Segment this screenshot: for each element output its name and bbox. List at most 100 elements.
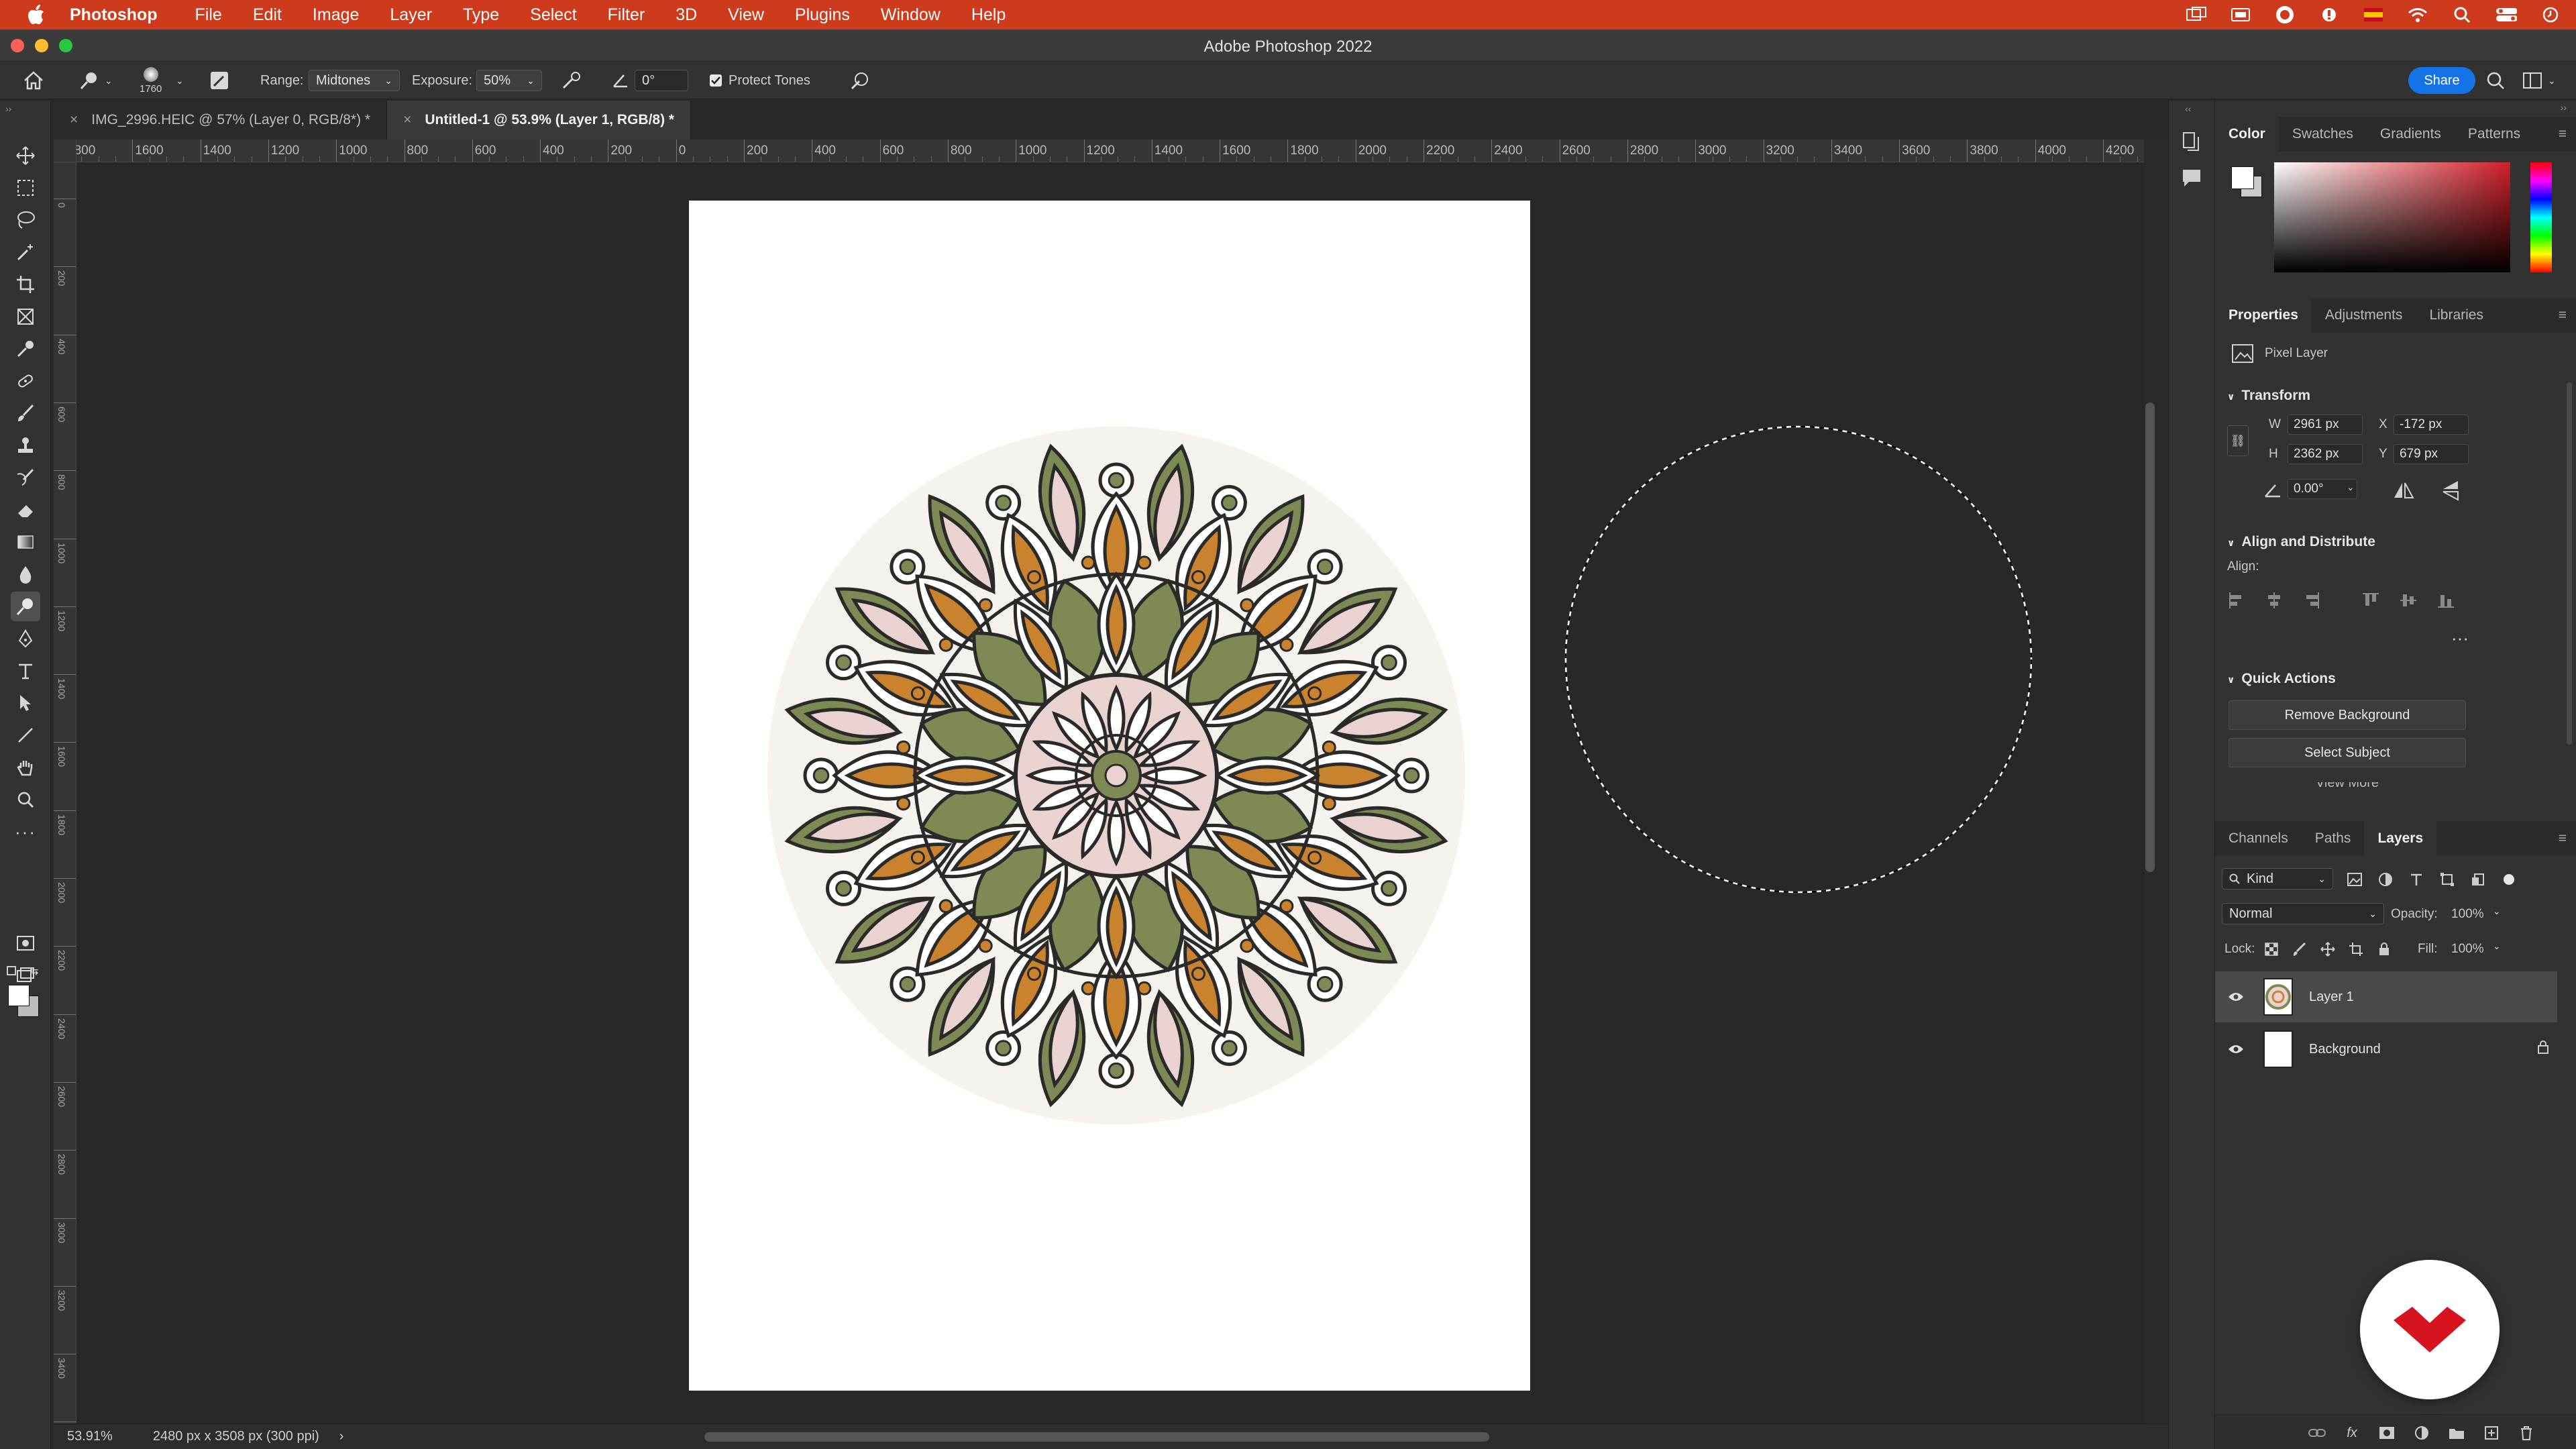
layer-thumbnail[interactable] [2263, 1030, 2293, 1068]
collapse-icon[interactable]: ›› [5, 103, 11, 114]
horizontal-ruler[interactable]: 1800 1600 1400 1200 1000 800 600 400 200 0 200 400 6… [54, 140, 2144, 162]
menu-3d[interactable]: 3D [676, 5, 697, 25]
tab-adjustments[interactable]: Adjustments [2312, 298, 2416, 333]
layer-row-background[interactable]: Background [2215, 1024, 2557, 1075]
magic-wand-tool[interactable] [11, 237, 40, 267]
menu-filter[interactable]: Filter [608, 5, 645, 25]
width-field[interactable]: 2961 px [2288, 415, 2363, 435]
marquee-tool[interactable] [11, 173, 40, 203]
delete-layer-icon[interactable] [2517, 1423, 2536, 1443]
layer-row-layer-1[interactable]: Layer 1 [2215, 971, 2557, 1022]
align-horizontal-centers-icon[interactable] [2265, 590, 2284, 610]
select-subject-button[interactable]: Select Subject [2229, 738, 2466, 767]
filter-type-icon[interactable] [2407, 869, 2426, 890]
zoom-tool[interactable] [11, 785, 40, 814]
visibility-eye-icon[interactable] [2227, 1044, 2245, 1055]
pen-tool[interactable] [11, 624, 40, 653]
tab-paths[interactable]: Paths [2302, 821, 2365, 856]
tool-preset-picker[interactable]: ⌄ [79, 62, 113, 99]
color-panel-fg-swatch[interactable] [2231, 166, 2254, 189]
airbrush-toggle[interactable] [561, 62, 582, 99]
history-brush-tool[interactable] [11, 463, 40, 492]
align-left-edges-icon[interactable] [2227, 590, 2246, 610]
lock-transparent-pixels-icon[interactable] [2262, 939, 2281, 959]
search-button[interactable] [2486, 62, 2505, 99]
menu-help[interactable]: Help [971, 5, 1006, 25]
tab-libraries[interactable]: Libraries [2416, 298, 2497, 333]
circle-selection-marquee[interactable] [1563, 424, 2034, 895]
brush-picker-chevron[interactable]: ⌄ [176, 62, 184, 99]
tab-img-2996[interactable]: × IMG_2996.HEIC @ 57% (Layer 0, RGB/8*) … [54, 101, 388, 140]
adjustment-layer-icon[interactable] [2412, 1423, 2431, 1443]
align-top-edges-icon[interactable] [2361, 590, 2380, 610]
home-button[interactable] [23, 62, 44, 99]
menu-plugins[interactable]: Plugins [795, 5, 850, 25]
zoom-level[interactable]: 53.91% [67, 1429, 113, 1444]
tab-gradients[interactable]: Gradients [2367, 117, 2455, 152]
eyedropper-tool[interactable] [11, 334, 40, 364]
layer-effects-icon[interactable]: fx [2343, 1423, 2361, 1443]
spotlight-search-icon[interactable] [2451, 5, 2473, 24]
menu-image[interactable]: Image [313, 5, 359, 25]
panel-menu-icon[interactable]: ≡ [2559, 126, 2567, 142]
pressure-toggle[interactable] [849, 62, 871, 99]
x-position-field[interactable]: -172 px [2394, 415, 2469, 435]
opacity-value[interactable]: 100% [2451, 907, 2484, 922]
blend-mode-select[interactable]: Normal ⌄ [2222, 903, 2384, 924]
remove-background-button[interactable]: Remove Background [2229, 700, 2466, 730]
display-icon[interactable] [2230, 5, 2251, 24]
flip-horizontal-icon[interactable] [2392, 480, 2415, 500]
hue-slider[interactable] [2530, 162, 2552, 272]
menu-file[interactable]: File [195, 5, 222, 25]
blur-tool[interactable] [11, 559, 40, 589]
menu-layer[interactable]: Layer [390, 5, 432, 25]
comments-panel-button[interactable] [2181, 168, 2202, 192]
filter-adjustment-icon[interactable] [2376, 869, 2395, 890]
tab-channels[interactable]: Channels [2215, 821, 2302, 856]
layer-thumbnail[interactable] [2263, 978, 2293, 1016]
menu-view[interactable]: View [728, 5, 764, 25]
clock-icon[interactable] [2540, 5, 2561, 24]
align-bottom-edges-icon[interactable] [2436, 590, 2455, 610]
eraser-tool[interactable] [11, 495, 40, 525]
brush-size-picker[interactable]: 1760 [140, 62, 162, 99]
hand-tool[interactable] [11, 753, 40, 782]
collapse-panels-icon[interactable]: ›› [2561, 102, 2567, 113]
workspace-switcher[interactable]: ⌄ [2522, 62, 2556, 99]
filter-pixel-icon[interactable] [2345, 869, 2364, 890]
crop-tool[interactable] [11, 270, 40, 299]
vertical-ruler[interactable]: 0 200 400 600 800 1000 1200 1400 1600 1800 2000 220… [54, 162, 76, 1424]
flag-icon[interactable] [2363, 5, 2384, 24]
layer-name[interactable]: Layer 1 [2309, 989, 2354, 1005]
chevron-right-icon[interactable]: › [339, 1429, 344, 1444]
view-more-button[interactable]: View More [2229, 782, 2466, 788]
panel-menu-icon[interactable]: ≡ [2559, 307, 2567, 323]
y-position-field[interactable]: 679 px [2394, 444, 2469, 464]
filter-smart-object-icon[interactable] [2469, 869, 2487, 890]
opacity-dropdown-icon[interactable]: ⌄ [2493, 906, 2501, 917]
menu-select[interactable]: Select [530, 5, 576, 25]
angle-field[interactable]: 0° [635, 70, 688, 91]
horizontal-scrollbar[interactable] [704, 1432, 1489, 1442]
control-center-icon[interactable] [2496, 5, 2517, 24]
screen-mode-button[interactable] [11, 961, 40, 990]
lock-position-icon[interactable] [2318, 939, 2337, 959]
tab-patterns[interactable]: Patterns [2455, 117, 2534, 152]
canvas-area[interactable] [76, 162, 2144, 1424]
apple-icon[interactable] [23, 5, 50, 25]
brush-settings-button[interactable] [209, 62, 229, 99]
lock-image-pixels-icon[interactable] [2290, 939, 2309, 959]
link-layers-icon[interactable] [2308, 1423, 2326, 1443]
path-selection-tool[interactable] [11, 688, 40, 718]
mandala-artwork[interactable] [764, 423, 1468, 1128]
add-mask-icon[interactable] [2377, 1423, 2396, 1443]
menu-type[interactable]: Type [463, 5, 499, 25]
fill-dropdown-icon[interactable]: ⌄ [2493, 941, 2501, 952]
type-tool[interactable] [11, 656, 40, 686]
ruler-origin-corner[interactable] [54, 140, 76, 162]
close-tab-icon[interactable]: × [403, 112, 411, 128]
lock-artboard-icon[interactable] [2347, 939, 2365, 959]
notification-icon[interactable] [2318, 5, 2340, 24]
align-vertical-centers-icon[interactable] [2399, 590, 2418, 610]
layer-name[interactable]: Background [2309, 1042, 2381, 1057]
